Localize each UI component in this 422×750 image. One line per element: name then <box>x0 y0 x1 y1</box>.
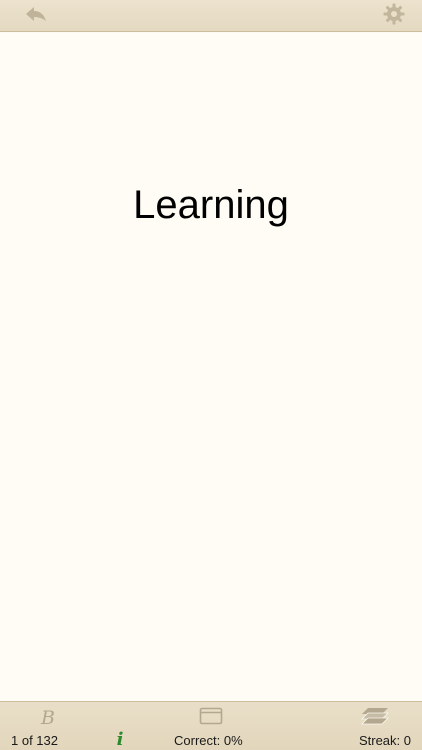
info-button[interactable]: i <box>110 728 130 750</box>
bookmark-b-icon: B <box>41 707 55 729</box>
streak-count: Streak: 0 <box>358 733 411 748</box>
back-button[interactable] <box>22 5 50 27</box>
gear-icon <box>383 3 405 30</box>
settings-button[interactable] <box>382 3 406 30</box>
stack-icon <box>361 707 389 730</box>
card-position: 1 of 132 <box>11 733 58 748</box>
deck-button[interactable] <box>360 707 390 729</box>
bookmark-button[interactable]: B <box>36 706 60 730</box>
top-toolbar <box>0 0 422 32</box>
info-icon: i <box>116 728 124 750</box>
flashcard[interactable]: Learning <box>0 33 422 701</box>
back-arrow-icon <box>24 5 48 28</box>
card-icon <box>199 707 223 730</box>
flip-card-button[interactable] <box>198 707 224 729</box>
bottom-toolbar: B i 1 of 132 Correct: 0% Streak: 0 <box>0 701 422 750</box>
card-word: Learning <box>133 183 289 227</box>
correct-percentage: Correct: 0% <box>174 733 243 748</box>
